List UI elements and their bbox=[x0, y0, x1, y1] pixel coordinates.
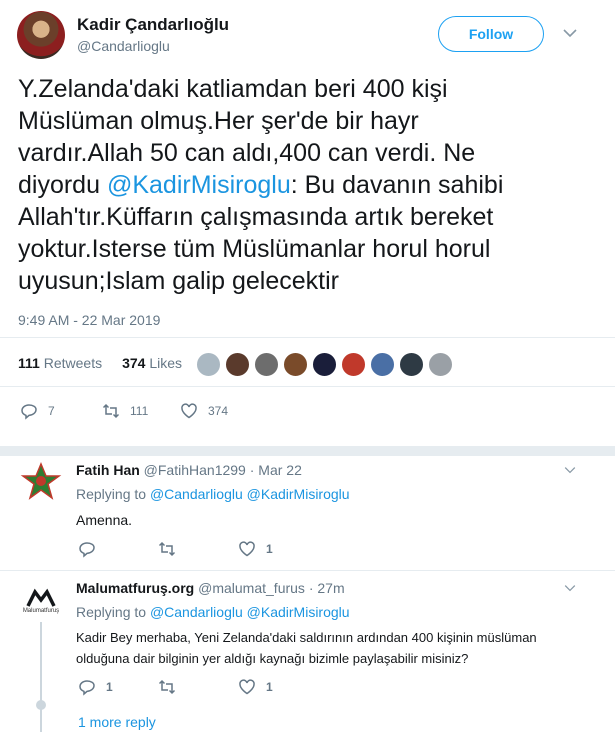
reply-action[interactable] bbox=[78, 540, 96, 558]
reply-action[interactable]: 1 bbox=[78, 678, 113, 696]
reply-author-handle[interactable]: @FatihHan1299 bbox=[144, 462, 246, 478]
replying-to: Replying to @Candarlioglu @KadirMisirogl… bbox=[76, 604, 350, 620]
liker-avatar[interactable] bbox=[283, 352, 308, 377]
reply-icon bbox=[79, 542, 95, 558]
like-count: 1 bbox=[266, 680, 273, 694]
liker-avatar[interactable] bbox=[254, 352, 279, 377]
logo-icon bbox=[26, 588, 56, 607]
tweet-line: uyusun;Islam galip gelecektir bbox=[18, 267, 339, 295]
replying-label: Replying to bbox=[76, 486, 147, 502]
like-action[interactable]: 1 bbox=[238, 540, 273, 558]
retweet-icon bbox=[158, 541, 176, 557]
heart-icon bbox=[239, 541, 255, 557]
like-action[interactable]: 1 bbox=[238, 678, 273, 696]
reply-header: Malumatfuruş.org @malumat_furus · 27m bbox=[76, 580, 345, 596]
liker-avatar[interactable] bbox=[399, 352, 424, 377]
tweet-text: Y.Zelanda'daki katliamdan beri 400 kişi … bbox=[18, 73, 598, 297]
liker-avatar[interactable] bbox=[428, 352, 453, 377]
liker-avatar[interactable] bbox=[341, 352, 366, 377]
retweet-action[interactable] bbox=[158, 678, 176, 696]
tweet-word: Bu davanın sahibi bbox=[304, 171, 504, 199]
tweet-word: diyordu bbox=[18, 171, 100, 199]
tweet-line: Allah'tır.Küffarın çalışmasında artık be… bbox=[18, 203, 494, 231]
reply-line: olduğuna dair bilginin yer aldığı kaynağ… bbox=[76, 651, 469, 666]
mention-link[interactable]: @KadirMisiroglu bbox=[247, 486, 350, 502]
tweet-line: vardır.Allah 50 can aldı,400 can verdi. … bbox=[18, 139, 476, 167]
divider bbox=[0, 386, 615, 387]
logo-caption: Malumatfuruş bbox=[22, 608, 60, 614]
tweet-timestamp[interactable]: 9:49 AM - 22 Mar 2019 bbox=[18, 312, 160, 328]
tweet-line: Y.Zelanda'daki katliamdan beri 400 kişi bbox=[18, 75, 448, 103]
tweet-line: diyordu @KadirMisiroglu: Bu davanın sahi… bbox=[18, 169, 598, 201]
thread-dot bbox=[36, 700, 46, 710]
like-action[interactable]: 374 bbox=[180, 402, 228, 420]
follow-button[interactable]: Follow bbox=[438, 16, 544, 52]
author-avatar[interactable] bbox=[17, 11, 65, 59]
author-handle[interactable]: @Candarlioglu bbox=[77, 38, 170, 54]
retweet-icon bbox=[102, 403, 120, 419]
divider bbox=[0, 570, 615, 571]
reply-header: Fatih Han @FatihHan1299 · Mar 22 bbox=[76, 462, 302, 478]
reply-line: Kadir Bey merhaba, Yeni Zelanda'daki sal… bbox=[76, 630, 537, 645]
reply-time[interactable]: · Mar 22 bbox=[250, 462, 302, 478]
heart-icon bbox=[239, 679, 255, 695]
likers-avatars bbox=[196, 352, 453, 377]
section-divider bbox=[0, 446, 615, 456]
liker-avatar[interactable] bbox=[225, 352, 250, 377]
reply-author-handle[interactable]: @malumat_furus bbox=[198, 580, 305, 596]
mention-link[interactable]: @KadirMisiroglu bbox=[247, 604, 350, 620]
tweet-punct: : bbox=[290, 171, 298, 199]
retweet-count: 111 bbox=[130, 404, 149, 418]
thread-line bbox=[40, 622, 42, 732]
likes-stat[interactable]: 374 Likes bbox=[122, 355, 182, 371]
divider bbox=[0, 337, 615, 338]
chevron-down-icon[interactable] bbox=[564, 466, 576, 474]
reply-time[interactable]: · 27m bbox=[309, 580, 345, 596]
reply-text: Kadir Bey merhaba, Yeni Zelanda'daki sal… bbox=[76, 627, 601, 669]
mention-link[interactable]: @Candarlioglu bbox=[150, 486, 243, 502]
retweets-stat[interactable]: 111 Retweets bbox=[18, 355, 102, 371]
chevron-down-icon[interactable] bbox=[564, 584, 576, 592]
reply-avatar[interactable]: Malumatfuruş bbox=[20, 580, 62, 622]
replying-to: Replying to @Candarlioglu @KadirMisirogl… bbox=[76, 486, 350, 502]
engagement-stats: 111 Retweets 374 Likes bbox=[18, 355, 182, 371]
retweet-action[interactable] bbox=[158, 540, 176, 558]
tweet-line: Müslüman olmuş.Her şer'de bir hayr bbox=[18, 107, 419, 135]
like-count: 1 bbox=[266, 542, 273, 556]
liker-avatar[interactable] bbox=[312, 352, 337, 377]
liker-avatar[interactable] bbox=[370, 352, 395, 377]
heart-icon bbox=[181, 403, 197, 419]
mention-link[interactable]: @Candarlioglu bbox=[150, 604, 243, 620]
reply-author-name[interactable]: Malumatfuruş.org bbox=[76, 580, 194, 596]
retweet-action[interactable]: 111 bbox=[102, 402, 148, 420]
reply-text: Amenna. bbox=[76, 512, 133, 528]
reply-count: 1 bbox=[106, 680, 113, 694]
liker-avatar[interactable] bbox=[196, 352, 221, 377]
like-count: 374 bbox=[208, 404, 229, 418]
chevron-down-icon[interactable] bbox=[563, 28, 577, 38]
medal-icon bbox=[20, 462, 62, 500]
replying-label: Replying to bbox=[76, 604, 147, 620]
reply-icon bbox=[21, 404, 37, 420]
reply-count: 7 bbox=[48, 404, 55, 418]
retweet-icon bbox=[158, 679, 176, 695]
author-name[interactable]: Kadir Çandarlıoğlu bbox=[77, 15, 229, 35]
more-replies-link[interactable]: 1 more reply bbox=[78, 714, 156, 730]
reply-avatar[interactable] bbox=[20, 461, 62, 503]
reply-action[interactable]: 7 bbox=[20, 402, 55, 420]
reply-icon bbox=[79, 680, 95, 696]
reply-author-name[interactable]: Fatih Han bbox=[76, 462, 140, 478]
tweet-line: yoktur.Isterse tüm Müslümanlar horul hor… bbox=[18, 235, 491, 263]
mention-link[interactable]: @KadirMisiroglu bbox=[107, 171, 291, 199]
